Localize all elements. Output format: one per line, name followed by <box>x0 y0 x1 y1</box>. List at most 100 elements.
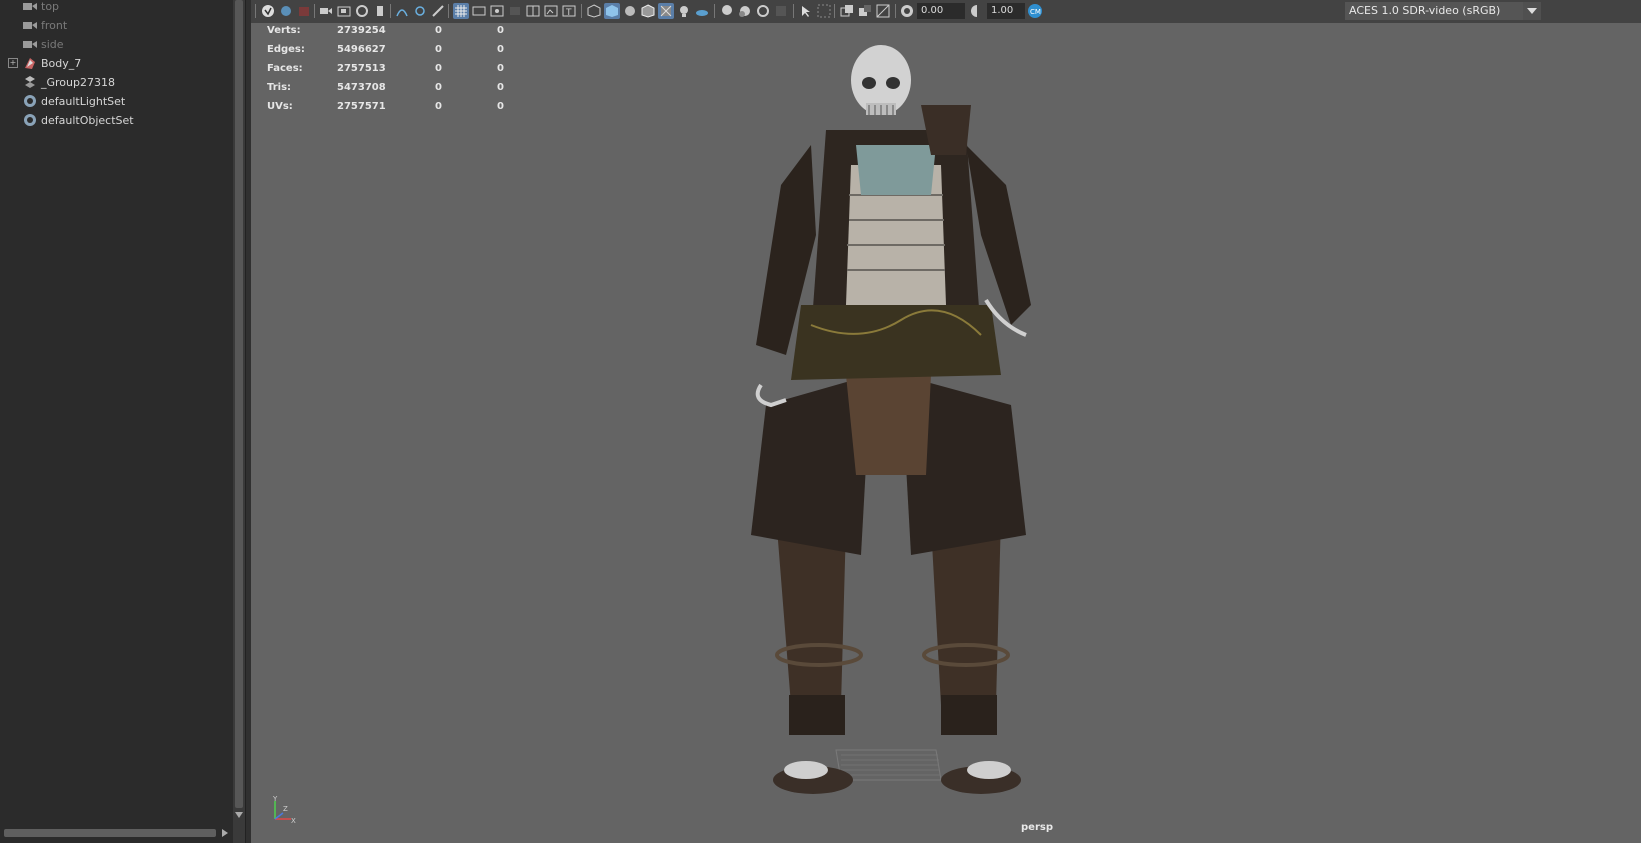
outliner-item-front[interactable]: front <box>0 15 230 35</box>
expand-plus-icon[interactable]: + <box>8 58 18 68</box>
outliner-item-label: side <box>41 37 64 51</box>
2d-pan-zoom-icon[interactable] <box>336 3 352 19</box>
camera-icon <box>23 37 37 51</box>
camera-icon <box>23 0 37 13</box>
snap-curve-icon[interactable] <box>394 3 410 19</box>
xray-joints-icon[interactable] <box>839 3 855 19</box>
use-all-lights-icon[interactable] <box>676 3 692 19</box>
motion-blur-icon[interactable] <box>737 3 753 19</box>
scroll-right-arrow-icon[interactable] <box>222 829 228 837</box>
outliner-item-side[interactable]: side <box>0 34 230 54</box>
outliner-item-label: Body_7 <box>41 56 82 70</box>
wireframe-icon[interactable] <box>586 3 602 19</box>
gamma-field[interactable]: 1.00 <box>987 3 1025 19</box>
group-icon <box>23 75 37 89</box>
hud-components: 0 <box>497 25 504 36</box>
resolution-gate-icon[interactable] <box>489 3 505 19</box>
gamma-icon[interactable] <box>969 3 985 19</box>
axis-z-label: Z <box>283 805 288 813</box>
toolbar-separator <box>390 4 391 18</box>
axis-gizmo: Y X Z <box>272 795 296 825</box>
toolbar-separator <box>581 4 582 18</box>
snap-point-icon[interactable] <box>412 3 428 19</box>
character-model[interactable] <box>741 35 1161 843</box>
wireframe-on-shaded-icon[interactable] <box>640 3 656 19</box>
ambient-occlusion-icon[interactable] <box>719 3 735 19</box>
toolbar-separator <box>448 4 449 18</box>
film-gate-icon[interactable] <box>471 3 487 19</box>
mesh-group-icon <box>23 56 37 70</box>
exposure-icon[interactable] <box>899 3 915 19</box>
coat-tails <box>751 375 1026 555</box>
outliner-horizontal-scrollbar[interactable] <box>0 826 233 840</box>
hud-label: UVs: <box>267 101 293 112</box>
default-material-icon[interactable] <box>622 3 638 19</box>
depth-of-field-icon[interactable] <box>773 3 789 19</box>
select-camera-icon[interactable] <box>260 3 276 19</box>
chevron-down-icon[interactable] <box>1523 2 1541 20</box>
viewport-toolbar: T 0.00 1.00 CM ACES 1.0 SDR-video (sRGB) <box>251 0 1641 24</box>
hud-total: 2757571 <box>337 101 386 112</box>
hud-selected: 0 <box>435 63 442 74</box>
toolbar-separator <box>255 4 256 18</box>
outliner-vertical-scrollbar[interactable] <box>233 0 245 843</box>
scroll-down-arrow-icon[interactable] <box>235 812 243 818</box>
gate-mask-icon[interactable] <box>507 3 523 19</box>
scrollbar-thumb[interactable] <box>235 0 243 808</box>
outliner-item-body-7[interactable]: + Body_7 <box>0 53 230 73</box>
textured-icon[interactable] <box>658 3 674 19</box>
outliner-panel: top front side + Body_7 _Group27318 defa… <box>0 0 233 843</box>
svg-text:CM: CM <box>1030 8 1041 16</box>
camera-name-label: persp <box>1021 822 1053 833</box>
outliner-item-label: defaultLightSet <box>41 94 126 108</box>
hud-selected: 0 <box>435 25 442 36</box>
isolate-select-icon[interactable] <box>798 3 814 19</box>
outliner-item-defaultlightset[interactable]: defaultLightSet <box>0 91 230 111</box>
image-plane-icon[interactable] <box>318 3 334 19</box>
field-chart-icon[interactable] <box>525 3 541 19</box>
outliner-item-label: front <box>41 18 68 32</box>
bookmark-flag-icon[interactable] <box>372 3 388 19</box>
axis-y-label: Y <box>272 795 278 803</box>
color-management-icon[interactable]: CM <box>1027 3 1043 19</box>
toolbar-separator <box>714 4 715 18</box>
anti-aliasing-icon[interactable] <box>755 3 771 19</box>
shadows-icon[interactable] <box>694 3 710 19</box>
grease-pencil-icon[interactable] <box>354 3 370 19</box>
axis-x-label: X <box>291 817 296 825</box>
xray-icon[interactable] <box>816 3 832 19</box>
smooth-shade-icon[interactable] <box>604 3 620 19</box>
grid-toggle-icon[interactable] <box>453 3 469 19</box>
outliner-item-label: _Group27318 <box>41 75 115 89</box>
hud-selected: 0 <box>435 101 442 112</box>
toolbar-separator <box>793 4 794 18</box>
hud-components: 0 <box>497 101 504 112</box>
exposure-field[interactable]: 0.00 <box>917 3 965 19</box>
camera-attributes-icon[interactable] <box>278 3 294 19</box>
set-icon <box>23 113 37 127</box>
outliner-item-group27318[interactable]: _Group27318 <box>0 72 230 92</box>
hud-selected: 0 <box>435 44 442 55</box>
camera-icon <box>23 18 37 32</box>
3d-viewport[interactable]: Verts: 2739254 0 0 Edges: 5496627 0 0 Fa… <box>251 23 1641 843</box>
bookmarks-icon[interactable] <box>296 3 312 19</box>
svg-text:T: T <box>565 8 572 18</box>
safe-action-icon[interactable] <box>543 3 559 19</box>
torso <box>791 130 1001 380</box>
hud-total: 5473708 <box>337 82 386 93</box>
backface-culling-icon[interactable] <box>875 3 891 19</box>
scrollbar-thumb[interactable] <box>4 829 216 837</box>
safe-title-icon[interactable]: T <box>561 3 577 19</box>
toolbar-separator <box>895 4 896 18</box>
xray-active-components-icon[interactable] <box>857 3 873 19</box>
hud-components: 0 <box>497 63 504 74</box>
hud-total: 5496627 <box>337 44 386 55</box>
outliner-item-defaultobjectset[interactable]: defaultObjectSet <box>0 110 230 130</box>
outliner-item-label: defaultObjectSet <box>41 113 134 127</box>
ground-grid <box>835 749 942 781</box>
outliner-item-top[interactable]: top <box>0 0 230 16</box>
pencil-icon[interactable] <box>430 3 446 19</box>
hud-total: 2739254 <box>337 25 386 36</box>
color-space-dropdown[interactable]: ACES 1.0 SDR-video (sRGB) <box>1345 2 1541 20</box>
hud-components: 0 <box>497 82 504 93</box>
